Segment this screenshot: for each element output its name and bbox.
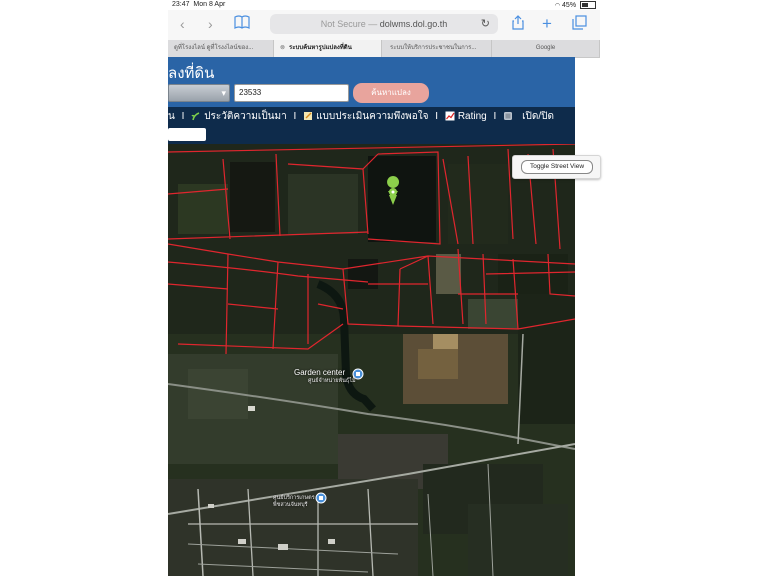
status-bar: 23:47 Mon 8 Apr ◠ 45% (168, 0, 600, 10)
menu-item-rating[interactable]: Rating (445, 107, 487, 127)
menu-label: แบบประเมินความพึงพอใจ (316, 111, 429, 122)
site-header: ลงที่ดิน ▾ 23533 ค้นหาแปลง (168, 57, 575, 107)
sprout-icon (191, 112, 200, 121)
tab-label: Google (535, 45, 556, 51)
wifi-icon: ◠ (554, 2, 561, 9)
sub-toolbar (168, 127, 575, 144)
menu-label: เปิด/ปิด (522, 111, 554, 122)
notepad-icon (304, 112, 313, 121)
menu-label: ประวัติความเป็นมา (204, 111, 287, 122)
satellite-map[interactable]: Garden center ศูนย์จำหน่ายพันธุ์ไม้ ศูนย… (168, 144, 575, 576)
browser-toolbar: ‹ › Not Secure — dolwms.dol.go.th ↻ + (168, 10, 600, 40)
battery-icon (580, 1, 596, 9)
url-host: dolwms.dol.go.th (379, 19, 448, 29)
menu-item-toggle[interactable]: เปิด/ปิด (503, 107, 554, 127)
menu-separator: I (493, 111, 497, 122)
map-imagery (168, 144, 575, 576)
battery-percent: 45% (562, 1, 577, 9)
new-tab-icon[interactable]: + (542, 14, 552, 34)
not-secure-label: Not Secure — (320, 19, 378, 29)
status-time: 23:47 Mon 8 Apr (172, 1, 225, 8)
chevron-down-icon: ▾ (221, 88, 226, 98)
address-bar[interactable]: Not Secure — dolwms.dol.go.th ↻ (270, 14, 498, 34)
province-select[interactable]: ▾ (168, 84, 230, 102)
menu-separator: I (435, 111, 439, 122)
page-title: ลงที่ดิน (168, 65, 215, 82)
menu-separator: I (293, 111, 297, 122)
tab-label: ดูที่โรงงไลน์ ดูที่โรงงไลน์ของ... (174, 45, 254, 51)
chart-icon (445, 111, 455, 121)
menu-bar: น I ประวัติความเป็นมา I แบบประเมินความพึ… (168, 107, 575, 127)
agri-center-marker-icon[interactable] (315, 492, 327, 504)
tab-strip: ดูที่โรงงไลน์ ดูที่โรงงไลน์ของ... ⊗ ระบบค… (168, 40, 600, 58)
tab-3[interactable]: ระบบให้บริการประชาชนในการ... (382, 40, 492, 57)
parcel-number-input[interactable]: 23533 (234, 84, 349, 102)
close-tab-icon[interactable]: ⊗ (280, 45, 285, 51)
menu-item-survey[interactable]: แบบประเมินความพึงพอใจ (303, 107, 428, 127)
date-text: Mon 8 Apr (193, 1, 226, 8)
menu-label: Rating (457, 111, 487, 122)
toggle-street-view-button[interactable]: Toggle Street View (512, 155, 601, 179)
tab-1[interactable]: ดูที่โรงงไลน์ ดูที่โรงงไลน์ของ... (168, 40, 274, 57)
layers-icon (504, 112, 513, 121)
bookmarks-icon[interactable] (234, 15, 250, 32)
poi-garden-center-sublabel: ศูนย์จำหน่ายพันธุ์ไม้ (308, 378, 356, 384)
menu-label: น (168, 111, 175, 122)
toggle-street-view-label: Toggle Street View (521, 160, 593, 174)
reload-icon[interactable]: ↻ (481, 14, 490, 34)
time-text: 23:47 (172, 1, 190, 8)
share-icon[interactable] (512, 15, 524, 33)
menu-item-history[interactable]: ประวัติความเป็นมา (191, 107, 287, 127)
tabs-overview-icon[interactable] (572, 15, 587, 33)
back-icon[interactable]: ‹ (180, 16, 185, 32)
forward-icon[interactable]: › (208, 16, 213, 32)
search-button[interactable]: ค้นหาแปลง (353, 83, 429, 103)
secondary-input[interactable] (168, 128, 206, 141)
menu-item-partial[interactable]: น (168, 107, 175, 127)
tab-4[interactable]: Google (492, 40, 600, 57)
poi-garden-center-label[interactable]: Garden center (294, 368, 345, 377)
tab-label: ระบบให้บริการประชาชนในการ... (390, 45, 477, 51)
status-right: ◠ 45% (555, 1, 596, 9)
menu-separator: I (181, 111, 185, 122)
tab-2-active[interactable]: ⊗ ระบบค้นหารูปแปลงที่ดิน (274, 40, 382, 57)
poi-agri-center-label-2: พืชสวนจันทบุรี (273, 502, 308, 508)
tab-label: ระบบค้นหารูปแปลงที่ดิน (289, 45, 352, 51)
